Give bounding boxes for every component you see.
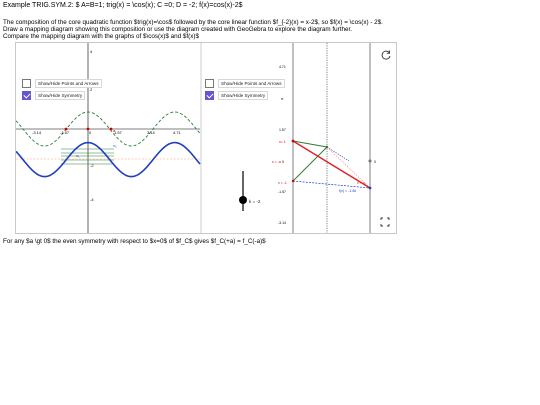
point-marker bbox=[86, 127, 90, 131]
arrow-pink-dash bbox=[326, 146, 371, 189]
x-tick-label: 0 bbox=[89, 130, 92, 135]
mapping-point bbox=[291, 179, 295, 183]
y-tick-label: -4 bbox=[90, 197, 94, 202]
checkbox-unchecked-icon[interactable] bbox=[205, 79, 214, 88]
mapping-tick: 1.57 bbox=[279, 128, 286, 132]
mapping-tick: π bbox=[281, 97, 284, 101]
mapping-tick: -1.57 bbox=[278, 190, 286, 194]
slider-label: k = -2 bbox=[249, 199, 261, 204]
right-symmetry-label: Show/Hide Symmetry bbox=[218, 91, 269, 100]
mapping-label: x = -1 bbox=[278, 181, 287, 185]
left-arrows-label: Show/Hide Points and Arrows bbox=[35, 79, 102, 88]
mapping-tick: 4.71 bbox=[279, 65, 286, 69]
mapping-tick: 0 bbox=[282, 160, 284, 164]
mapping-point bbox=[368, 186, 372, 190]
left-symmetry-toggle[interactable]: Show/Hide Symmetry bbox=[22, 91, 86, 100]
intro-line-2: Draw a mapping diagram showing this comp… bbox=[3, 26, 352, 33]
right-arrows-toggle[interactable]: Show/Hide Points and Arrows bbox=[205, 79, 285, 88]
mapping-panel: 4.71 π 1.57 0 -1.57 -3.14 x= 1 x = -a x … bbox=[272, 43, 376, 233]
x-tick-label: -1.57 bbox=[60, 130, 70, 135]
footer-text: For any $a \gt 0$ the even symmetry with… bbox=[3, 238, 266, 245]
left-symmetry-label: Show/Hide Symmetry bbox=[35, 91, 86, 100]
checkbox-checked-icon[interactable] bbox=[22, 91, 31, 100]
slider-knob[interactable] bbox=[239, 196, 247, 204]
mapping-label: 0 bbox=[374, 160, 376, 164]
page-title: Example TRIG.SYM.2: $ A=B=1; trig(x) = \… bbox=[3, 2, 243, 9]
mapping-tick: -3.14 bbox=[278, 221, 286, 225]
right-arrows-label: Show/Hide Points and Arrows bbox=[218, 79, 285, 88]
graph-panel: -3.14 -1.57 0 1.57 3.14 4.71 4 2 -2 -4 x… bbox=[16, 43, 202, 233]
k-slider[interactable] bbox=[236, 171, 250, 211]
geogebra-applet[interactable]: -3.14 -1.57 0 1.57 3.14 4.71 4 2 -2 -4 x… bbox=[15, 42, 397, 234]
point-marker bbox=[109, 127, 113, 131]
y-tick-label: 4 bbox=[90, 49, 93, 54]
mapping-point bbox=[325, 145, 329, 149]
left-arrows-toggle[interactable]: Show/Hide Points and Arrows bbox=[22, 79, 102, 88]
refresh-icon[interactable] bbox=[380, 49, 392, 61]
checkbox-checked-icon[interactable] bbox=[205, 91, 214, 100]
intro-line-1: The composition of the core quadratic fu… bbox=[3, 19, 383, 26]
x-tick-label: -3.14 bbox=[32, 130, 42, 135]
x-tick-label: 1.57 bbox=[114, 130, 123, 135]
intro-line-3: Compare the mapping diagram with the gra… bbox=[3, 33, 200, 40]
f-curve bbox=[16, 141, 201, 178]
point-label: x₁ bbox=[76, 153, 80, 158]
mapping-label: x= 1 bbox=[279, 140, 286, 144]
checkbox-unchecked-icon[interactable] bbox=[22, 79, 31, 88]
mapping-label: x = -a bbox=[272, 160, 281, 164]
x-tick-label: 3.14 bbox=[147, 130, 156, 135]
value-label: f(x) = -1.46 bbox=[339, 189, 356, 193]
point-label: x₂ bbox=[113, 143, 117, 148]
mapping-point bbox=[291, 139, 295, 143]
point-marker bbox=[64, 127, 68, 131]
slider-track[interactable] bbox=[242, 171, 244, 211]
x-tick-label: 4.71 bbox=[173, 130, 182, 135]
right-symmetry-toggle[interactable]: Show/Hide Symmetry bbox=[205, 91, 269, 100]
fullscreen-icon[interactable] bbox=[380, 217, 390, 227]
arrow-blue-dash bbox=[326, 146, 350, 162]
graph-canvas[interactable]: -3.14 -1.57 0 1.57 3.14 4.71 4 2 -2 -4 x… bbox=[16, 43, 396, 233]
arrow-red bbox=[292, 140, 371, 189]
